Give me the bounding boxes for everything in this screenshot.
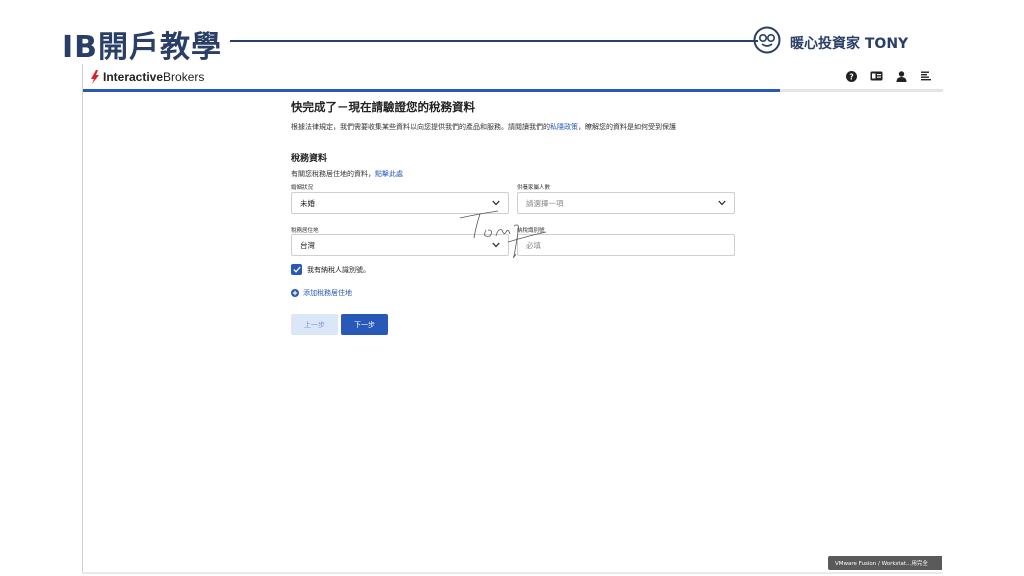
dependents-select[interactable]: 請選擇一項 [517,192,735,214]
user-icon[interactable] [894,69,908,83]
vmware-tooltip: VMware Fusion / Workstat...用完全 [828,556,942,570]
chevron-down-icon [492,200,500,206]
ib-logo[interactable]: InteractiveBrokers [90,70,204,84]
browser-window: InteractiveBrokers ? 快完成了－現在請驗證您的稅務資料 根據… [82,64,943,574]
marital-status-value: 未婚 [300,198,315,208]
id-card-icon[interactable] [869,69,883,83]
brand-logo-icon [753,26,781,54]
handwritten-signature [459,210,547,258]
marital-status-label: 婚姻狀況 [291,185,314,191]
title-divider [230,40,758,42]
tax-id-checkbox[interactable] [291,264,302,275]
progress-fill [83,89,780,92]
back-button[interactable]: 上一步 [291,314,338,335]
svg-text:?: ? [849,72,853,81]
ib-flame-icon [91,70,99,84]
window-bottom-edge [82,572,942,574]
menu-icon[interactable] [919,69,933,83]
tax-residence-label: 稅務居住地 [291,228,319,234]
tax-residence-value: 台灣 [300,240,315,250]
ib-logo-text: InteractiveBrokers [103,70,205,84]
tax-id-checkbox-row[interactable]: 我有納稅人識別號。 [291,264,370,275]
progress-bar [83,89,943,92]
header-icons: ? [844,69,933,83]
plus-circle-icon [291,289,299,297]
add-tax-residence-label: 添加稅務居住地 [303,289,352,297]
add-tax-residence-link[interactable]: 添加稅務居住地 [291,288,352,298]
ib-header: InteractiveBrokers ? [83,64,943,90]
slide-title: IB開戶教學 [62,30,223,65]
tax-id-checkbox-label: 我有納稅人識別號。 [307,265,370,274]
help-icon[interactable]: ? [844,69,858,83]
checkmark-icon [292,266,301,273]
chevron-down-icon [718,200,726,206]
next-button[interactable]: 下一步 [341,314,388,335]
dependents-label: 供養家屬人數 [517,185,551,191]
dependents-placeholder: 請選擇一項 [526,198,564,208]
tax-form: 快完成了－現在請驗證您的稅務資料 根據法律規定，我們需要收集某些資料以向您提供我… [291,99,741,335]
tax-id-input[interactable]: 必填 [517,234,735,256]
brand-name: 暖心投資家 TONY [790,36,909,52]
